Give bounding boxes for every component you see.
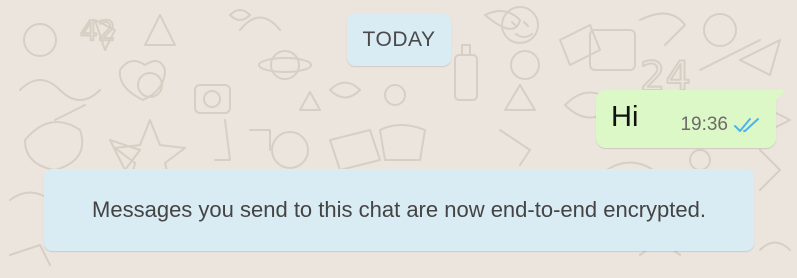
double-check-read-icon — [734, 118, 759, 132]
svg-text:42: 42 — [80, 14, 116, 47]
message-time: 19:36 — [680, 114, 728, 135]
chat-area: 42 24 TODAY Hi 19:36 Messages you send t… — [0, 0, 797, 278]
date-separator: TODAY — [347, 14, 451, 66]
outgoing-message-bubble[interactable]: Hi 19:36 — [596, 90, 786, 148]
encryption-notice-text: Messages you send to this chat are now e… — [92, 197, 706, 222]
date-label: TODAY — [362, 28, 436, 51]
encryption-notice[interactable]: Messages you send to this chat are now e… — [44, 169, 754, 251]
message-text: Hi — [611, 101, 639, 133]
message-meta: 19:36 — [680, 114, 760, 136]
